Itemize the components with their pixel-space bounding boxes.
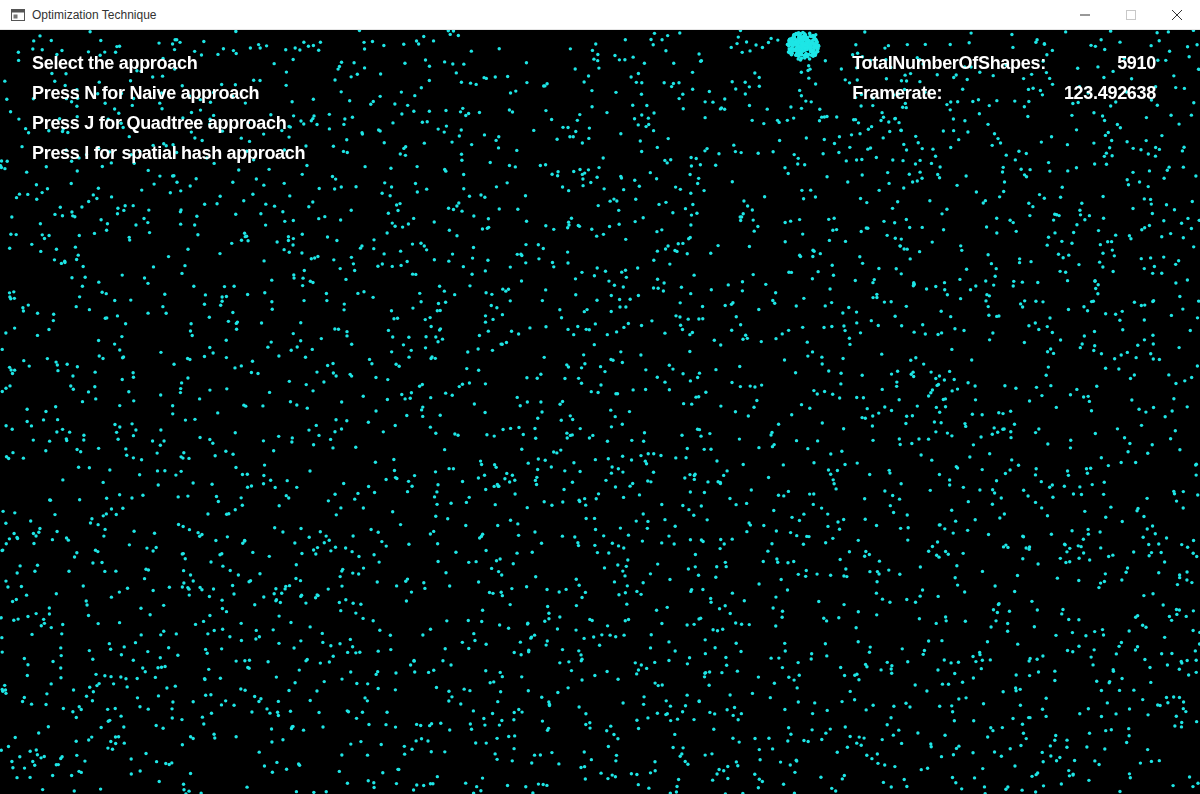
- stat-value: 123.492638: [1064, 78, 1156, 108]
- window-controls: [1062, 0, 1200, 29]
- instruction-line: Select the approach: [32, 48, 305, 78]
- app-window: Optimization Technique Select the approac…: [0, 0, 1200, 794]
- hud: Select the approachPress N for Naive app…: [0, 30, 1200, 168]
- title-bar: Optimization Technique: [0, 0, 1200, 30]
- instruction-line: Press J for Quadtree approach: [32, 108, 305, 138]
- app-icon: [10, 7, 26, 23]
- maximize-icon: [1126, 10, 1136, 20]
- instruction-list: Select the approachPress N for Naive app…: [32, 48, 305, 168]
- minimize-button[interactable]: [1062, 0, 1108, 29]
- maximize-button: [1108, 0, 1154, 29]
- instruction-line: Press N for Naive approach: [32, 78, 305, 108]
- close-button[interactable]: [1154, 0, 1200, 29]
- stat-value: 5910: [1064, 48, 1156, 78]
- simulation-area: Select the approachPress N for Naive app…: [0, 30, 1200, 794]
- minimize-icon: [1080, 10, 1090, 20]
- instruction-line: Press I for spatial hash approach: [32, 138, 305, 168]
- close-icon: [1172, 10, 1182, 20]
- stat-label: Framerate:: [852, 78, 1046, 108]
- window-title: Optimization Technique: [32, 6, 157, 24]
- stat-label: TotalNumberOfShapes:: [852, 48, 1046, 78]
- stats-panel: TotalNumberOfShapes: 5910 Framerate: 123.49…: [852, 48, 1156, 108]
